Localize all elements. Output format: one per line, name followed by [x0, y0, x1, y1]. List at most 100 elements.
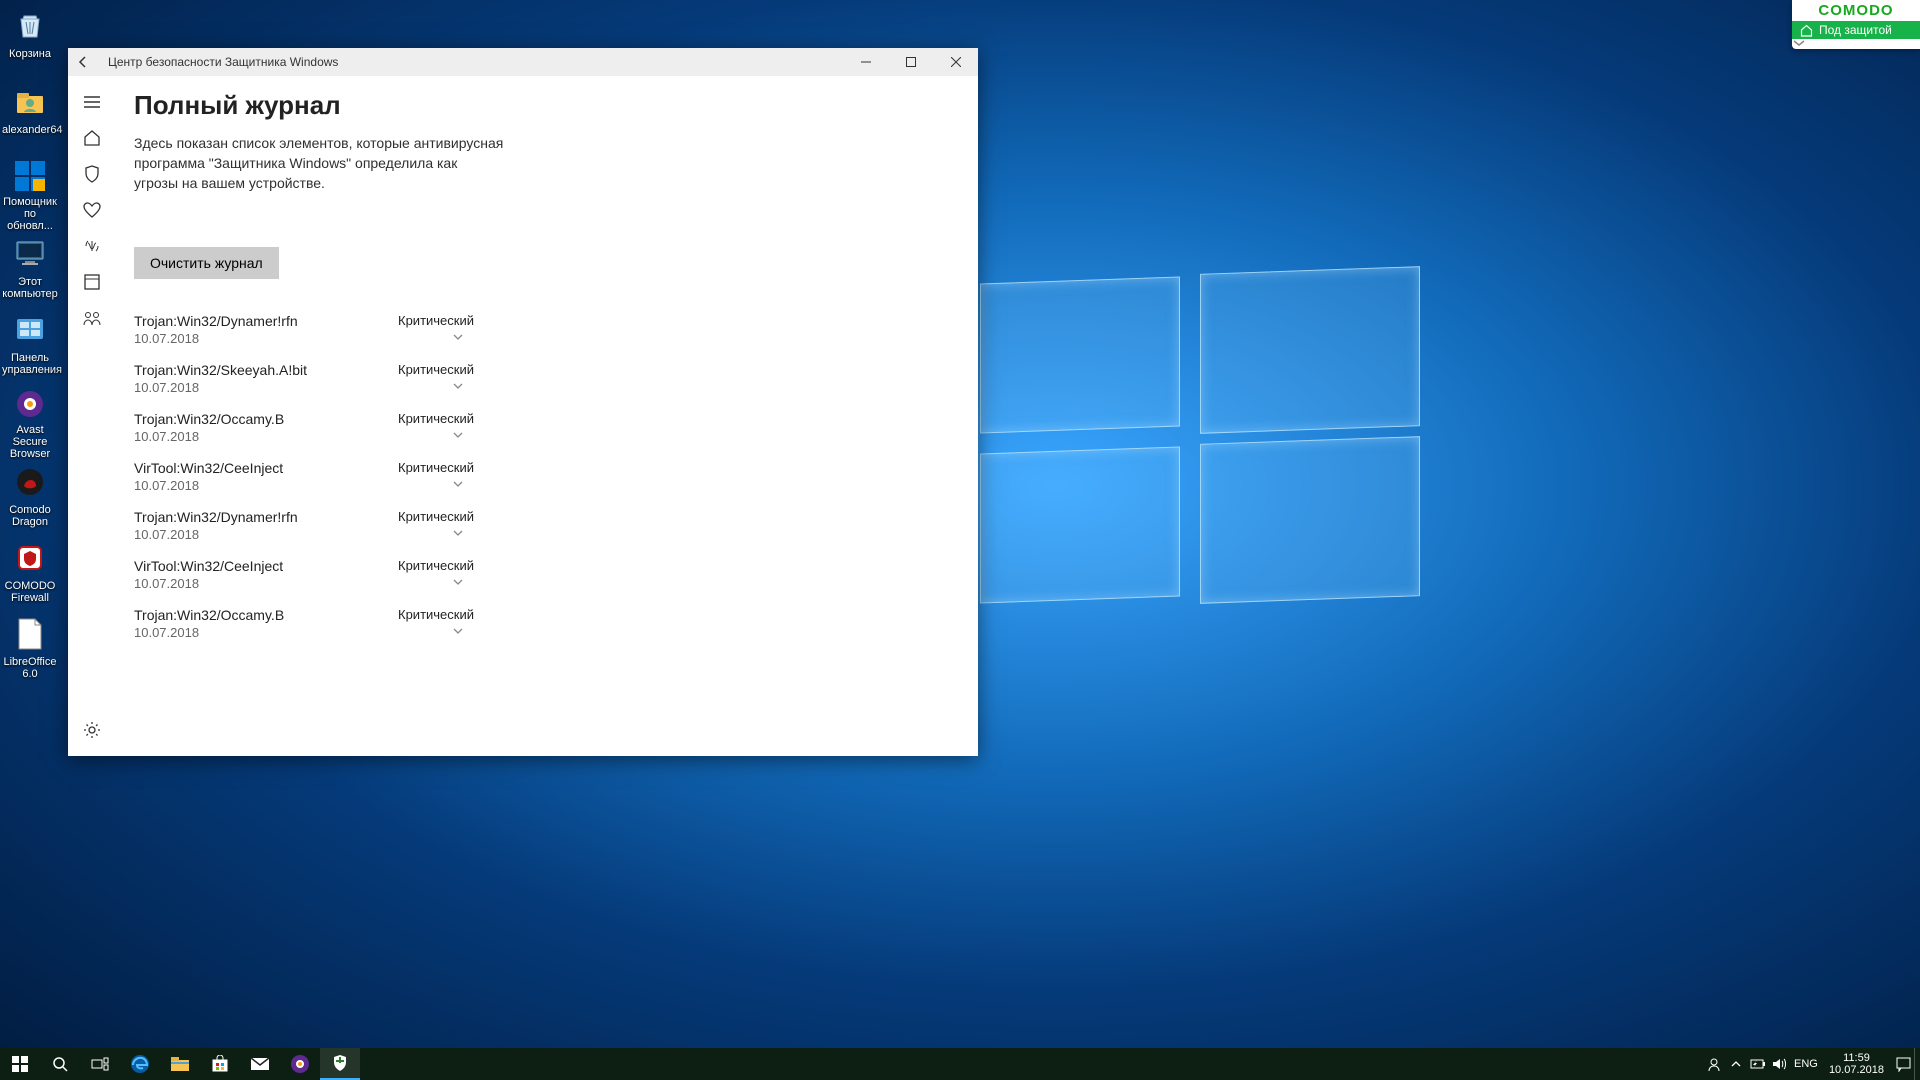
nav-family[interactable] — [72, 300, 112, 336]
taskbar-app-edge[interactable] — [120, 1048, 160, 1080]
minimize-button[interactable] — [843, 48, 888, 76]
chevron-down-icon — [452, 529, 464, 537]
nav-virus-protection[interactable] — [72, 156, 112, 192]
chevron-down-icon — [452, 627, 464, 635]
window-title: Центр безопасности Защитника Windows — [108, 55, 338, 69]
chevron-down-icon — [452, 333, 464, 341]
comodo-status-text: Под защитой — [1819, 23, 1892, 37]
windows-tiles-icon — [10, 158, 50, 194]
tray-language[interactable]: ENG — [1791, 1048, 1821, 1080]
comodo-brand: COMODO — [1792, 0, 1920, 21]
taskbar-app-store[interactable] — [200, 1048, 240, 1080]
threat-severity: Критический — [398, 607, 474, 622]
taskbar-app-avast-browser[interactable] — [280, 1048, 320, 1080]
threat-date: 10.07.2018 — [134, 625, 474, 640]
system-tray: ENG 11:59 10.07.2018 — [1703, 1048, 1920, 1080]
desktop-icon-label: Помощник по обновл... — [2, 196, 58, 232]
desktop-icon-recycle-bin[interactable]: Корзина — [0, 4, 60, 80]
threat-item[interactable]: VirTool:Win32/CeeInject10.07.2018Критиче… — [134, 452, 474, 501]
desktop-icon-libreoffice[interactable]: LibreOffice 6.0 — [0, 612, 60, 688]
page-title: Полный журнал — [134, 90, 958, 121]
comodo-firewall-icon — [10, 538, 50, 578]
tray-people-icon[interactable] — [1703, 1048, 1725, 1080]
threat-item[interactable]: VirTool:Win32/CeeInject10.07.2018Критиче… — [134, 550, 474, 599]
clear-history-button[interactable]: Очистить журнал — [134, 247, 279, 279]
dragon-browser-icon — [10, 462, 50, 502]
nav-device-health[interactable] — [72, 192, 112, 228]
chevron-down-icon — [452, 578, 464, 586]
desktop-icon-comodo-dragon[interactable]: Comodo Dragon — [0, 460, 60, 536]
nav-sidebar — [68, 76, 116, 756]
desktop-icon-label: Этот компьютер — [2, 276, 58, 300]
start-button[interactable] — [0, 1048, 40, 1080]
hamburger-menu-button[interactable] — [72, 84, 112, 120]
threat-severity: Критический — [398, 411, 474, 426]
maximize-button[interactable] — [888, 48, 933, 76]
user-folder-icon — [10, 82, 50, 122]
taskbar-app-mail[interactable] — [240, 1048, 280, 1080]
nav-home[interactable] — [72, 120, 112, 156]
desktop-icon-label: Панель управления — [2, 352, 58, 376]
desktop-icon-label: COMODO Firewall — [2, 580, 58, 604]
threat-date: 10.07.2018 — [134, 380, 474, 395]
back-button[interactable] — [68, 48, 98, 76]
avast-browser-icon — [10, 386, 50, 422]
desktop-icon-control-panel[interactable]: Панель управления — [0, 308, 60, 384]
tray-time: 11:59 — [1829, 1052, 1884, 1064]
threat-item[interactable]: Trojan:Win32/Skeeyah.A!bit10.07.2018Крит… — [134, 354, 474, 403]
tray-power-icon[interactable] — [1747, 1048, 1769, 1080]
chevron-down-icon — [452, 382, 464, 390]
security-center-window: Центр безопасности Защитника Windows — [68, 48, 978, 756]
nav-settings[interactable] — [72, 712, 112, 748]
threat-severity: Критический — [398, 558, 474, 573]
show-desktop-button[interactable] — [1914, 1048, 1920, 1080]
desktop-icon-label: Comodo Dragon — [2, 504, 58, 528]
taskbar: ENG 11:59 10.07.2018 — [0, 1048, 1920, 1080]
desktop-icon-this-pc[interactable]: Этот компьютер — [0, 232, 60, 308]
threat-date: 10.07.2018 — [134, 527, 474, 542]
tray-clock[interactable]: 11:59 10.07.2018 — [1821, 1052, 1892, 1076]
tray-volume-icon[interactable] — [1769, 1048, 1791, 1080]
recycle-bin-icon — [10, 6, 50, 46]
taskbar-app-security-center[interactable] — [320, 1048, 360, 1080]
threat-list: Trojan:Win32/Dynamer!rfn10.07.2018Критич… — [134, 305, 474, 648]
desktop-icon-user-folder[interactable]: alexander64 — [0, 80, 60, 156]
threat-item[interactable]: Trojan:Win32/Occamy.B10.07.2018Критическ… — [134, 403, 474, 452]
chevron-down-icon — [452, 480, 464, 488]
nav-app-control[interactable] — [72, 264, 112, 300]
desktop-icon-avast-browser[interactable]: Avast Secure Browser — [0, 384, 60, 460]
desktop-icon-label: LibreOffice 6.0 — [2, 656, 58, 680]
taskbar-app-explorer[interactable] — [160, 1048, 200, 1080]
task-view-button[interactable] — [80, 1048, 120, 1080]
content-area: Полный журнал Здесь показан список элеме… — [116, 76, 978, 756]
page-subtitle: Здесь показан список элементов, которые … — [134, 133, 504, 193]
threat-item[interactable]: Trojan:Win32/Occamy.B10.07.2018Критическ… — [134, 599, 474, 648]
threat-date: 10.07.2018 — [134, 576, 474, 591]
threat-severity: Критический — [398, 509, 474, 524]
threat-date: 10.07.2018 — [134, 478, 474, 493]
wallpaper-windows-logo — [980, 280, 1420, 620]
control-panel-icon — [10, 310, 50, 350]
comodo-widget[interactable]: COMODO Под защитой — [1792, 0, 1920, 49]
computer-icon — [10, 234, 50, 274]
tray-action-center-icon[interactable] — [1892, 1048, 1914, 1080]
chevron-down-icon — [452, 431, 464, 439]
threat-date: 10.07.2018 — [134, 331, 474, 346]
threat-severity: Критический — [398, 460, 474, 475]
tray-chevron-up-icon[interactable] — [1725, 1048, 1747, 1080]
titlebar[interactable]: Центр безопасности Защитника Windows — [68, 48, 978, 76]
comodo-collapse[interactable] — [1792, 39, 1920, 49]
comodo-status-row[interactable]: Под защитой — [1792, 21, 1920, 39]
threat-severity: Критический — [398, 362, 474, 377]
desktop-icon-comodo-firewall[interactable]: COMODO Firewall — [0, 536, 60, 612]
threat-item[interactable]: Trojan:Win32/Dynamer!rfn10.07.2018Критич… — [134, 305, 474, 354]
nav-firewall[interactable] — [72, 228, 112, 264]
threat-date: 10.07.2018 — [134, 429, 474, 444]
desktop-icon-label: Корзина — [2, 48, 58, 60]
threat-severity: Критический — [398, 313, 474, 328]
desktop-icon-update-assistant[interactable]: Помощник по обновл... — [0, 156, 60, 232]
house-icon — [1800, 24, 1813, 37]
search-button[interactable] — [40, 1048, 80, 1080]
close-button[interactable] — [933, 48, 978, 76]
threat-item[interactable]: Trojan:Win32/Dynamer!rfn10.07.2018Критич… — [134, 501, 474, 550]
